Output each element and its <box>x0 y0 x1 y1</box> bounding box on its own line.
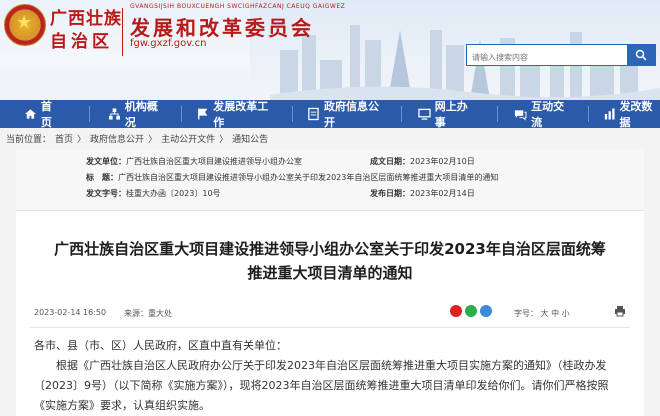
nav-item-label: 网上办事 <box>434 100 468 129</box>
header-divider <box>122 8 123 56</box>
flag-icon <box>198 108 208 120</box>
national-emblem-icon <box>4 4 46 46</box>
meta-created-value: 2023年02月10日 <box>410 157 475 166</box>
meta-issuer-value: 广西壮族自治区重大项目建设推进领导小组办公室 <box>126 157 302 166</box>
nav-item-about[interactable]: 机构概况 <box>108 100 165 129</box>
org-pinyin: GVANGSIJSIH BOUXCUENGH SWCIGHFAZCANJ CAE… <box>130 3 346 10</box>
article-paragraph: 各市、县（市、区）人民政府，区直中直有关单位： <box>34 339 287 352</box>
article-body: 各市、县（市、区）人民政府，区直中直有关单位： 根据《广西壮族自治区人民政府办公… <box>16 328 644 416</box>
meta-title-value: 广西壮族自治区重大项目建设推进领导小组办公室关于印发2023年自治区层面统筹推进… <box>118 173 499 182</box>
weibo-share-icon[interactable] <box>450 305 462 317</box>
nav-item-label: 机构概况 <box>124 100 158 129</box>
site-domain: fgw.gxzf.gov.cn <box>130 38 207 49</box>
nav-item-label: 发改数据 <box>619 100 653 129</box>
meta-title: 标 题：广西壮族自治区重大项目建设推进领导小组办公室关于印发2023年自治区层面… <box>86 172 498 183</box>
org-chart-icon <box>108 108 120 120</box>
font-size-medium-button[interactable]: 中 <box>551 309 559 318</box>
nav-item-label: 互动交流 <box>531 100 565 129</box>
home-icon <box>24 109 36 119</box>
search-box <box>466 44 656 68</box>
breadcrumb-link-disclosure[interactable]: 政府信息公开 <box>90 132 144 145</box>
nav-item-interaction[interactable]: 互动交流 <box>514 100 571 129</box>
font-size-small-button[interactable]: 小 <box>562 309 570 318</box>
article-container: 发文单位：广西壮族自治区重大项目建设推进领导小组办公室 成文日期：2023年02… <box>16 150 644 416</box>
meta-created: 成文日期：2023年02月10日 <box>370 156 475 167</box>
meta-docno: 发文字号：桂重大办函〔2023〕10号 <box>86 188 221 199</box>
article-paragraph: 根据《广西壮族自治区人民政府办公厅关于印发2023年自治区层面统筹推进重大项目实… <box>34 359 609 412</box>
meta-issuer: 发文单位：广西壮族自治区重大项目建设推进领导小组办公室 <box>86 156 302 167</box>
nav-item-info-disclosure[interactable]: 政府信息公开 <box>307 100 385 129</box>
article-info-bar: 2023-02-14 16:50 来源：重大处 字号： 大 中 小 <box>30 297 630 328</box>
breadcrumb-separator: 〉 <box>77 134 87 145</box>
breadcrumb-link-notices[interactable]: 通知公告 <box>232 132 268 145</box>
meta-title-label: 标 题： <box>86 173 118 182</box>
nav-separator <box>89 106 90 122</box>
nav-separator <box>181 106 183 122</box>
breadcrumb-separator: 〉 <box>148 134 158 145</box>
meta-created-label: 成文日期： <box>370 157 410 166</box>
article-title-area: 广西壮族自治区重大项目建设推进领导小组办公室关于印发2023年自治区层面统筹 推… <box>16 211 644 285</box>
wechat-share-icon[interactable] <box>465 305 477 317</box>
nav-separator <box>400 106 402 122</box>
nav-separator <box>292 106 294 122</box>
meta-docno-value: 桂重大办函〔2023〕10号 <box>126 189 221 198</box>
meta-published-value: 2023年02月14日 <box>410 189 475 198</box>
nav-item-home[interactable]: 首页 <box>24 100 61 129</box>
document-icon <box>308 107 319 121</box>
article-source: 来源：重大处 <box>124 308 172 319</box>
meta-published: 发布日期：2023年02月14日 <box>370 188 475 199</box>
article-source-value: 重大处 <box>148 309 172 318</box>
meta-published-label: 发布日期： <box>370 189 410 198</box>
breadcrumb: 当前位置： 首页 〉 政府信息公开 〉 主动公开文件 〉 通知公告 <box>0 128 660 148</box>
article-title-line2: 推进重大项目清单的通知 <box>247 264 413 282</box>
font-size-label: 字号： <box>514 309 538 318</box>
article-datetime: 2023-02-14 16:50 <box>34 308 107 317</box>
nav-item-label: 首页 <box>40 100 52 129</box>
nav-item-label: 发展改革工作 <box>213 100 269 129</box>
nav-item-label: 政府信息公开 <box>324 100 379 129</box>
article-title: 广西壮族自治区重大项目建设推进领导小组办公室关于印发2023年自治区层面统筹 推… <box>40 237 620 285</box>
search-icon <box>635 49 647 61</box>
org-name: 发展和改革委员会 <box>130 16 314 40</box>
qq-share-icon[interactable] <box>480 305 492 317</box>
article-source-label: 来源： <box>124 309 148 318</box>
nav-item-reform-work[interactable]: 发展改革工作 <box>196 100 274 129</box>
font-size-controls: 字号： 大 中 小 <box>514 308 570 319</box>
region-name-line2: 自治区 <box>50 32 113 52</box>
meta-docno-label: 发文字号： <box>86 189 126 198</box>
print-icon[interactable] <box>614 305 626 317</box>
document-meta-table: 发文单位：广西壮族自治区重大项目建设推进领导小组办公室 成文日期：2023年02… <box>16 150 644 211</box>
search-button[interactable] <box>627 45 655 65</box>
font-size-large-button[interactable]: 大 <box>541 309 549 318</box>
breadcrumb-link-active-files[interactable]: 主动公开文件 <box>161 132 215 145</box>
meta-issuer-label: 发文单位： <box>86 157 126 166</box>
nav-separator <box>587 106 589 122</box>
site-header: 广西壮族 自治区 GVANGSIJSIH BOUXCUENGH SWCIGHFA… <box>0 0 660 100</box>
nav-item-data[interactable]: 发改数据 <box>603 100 660 129</box>
nav-item-online-services[interactable]: 网上办事 <box>418 100 475 129</box>
breadcrumb-prefix: 当前位置： <box>6 134 52 145</box>
nav-separator <box>497 106 499 122</box>
main-nav: 首页 机构概况 发展改革工作 政府信息公开 网上办事 互动交流 发改数据 <box>0 100 660 129</box>
share-buttons <box>450 305 492 317</box>
region-name-line1: 广西壮族 <box>50 9 122 29</box>
chart-icon <box>604 108 615 120</box>
search-input[interactable] <box>467 47 627 68</box>
chat-icon <box>515 110 527 121</box>
breadcrumb-separator: 〉 <box>219 134 229 145</box>
breadcrumb-link-home[interactable]: 首页 <box>55 132 73 145</box>
article-title-line1: 广西壮族自治区重大项目建设推进领导小组办公室关于印发2023年自治区层面统筹 <box>54 240 606 258</box>
monitor-icon <box>418 108 431 120</box>
